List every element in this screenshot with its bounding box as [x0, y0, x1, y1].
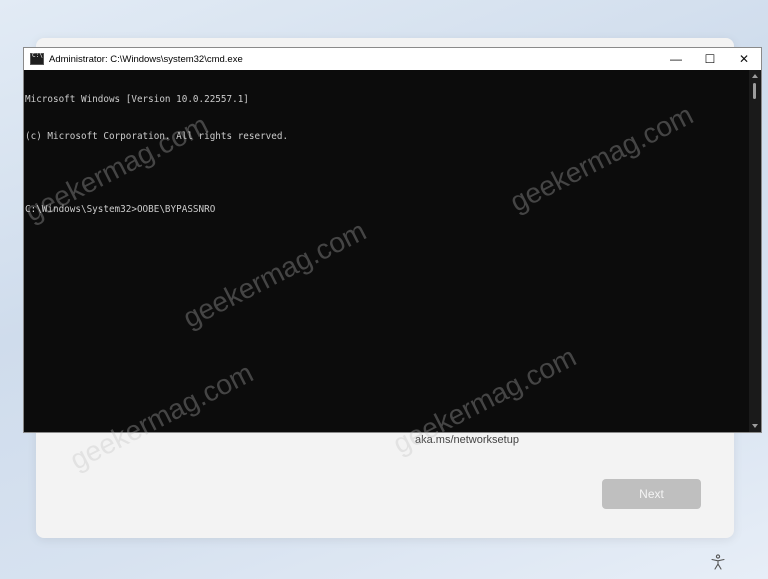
- next-button[interactable]: Next: [602, 479, 701, 509]
- close-button[interactable]: ✕: [727, 48, 761, 70]
- console-prompt-line: C:\Windows\System32>OOBE\BYPASSNRO: [25, 204, 216, 216]
- cmd-titlebar[interactable]: Administrator: C:\Windows\system32\cmd.e…: [24, 48, 761, 70]
- scroll-up-arrow-icon[interactable]: [752, 74, 758, 78]
- console-output[interactable]: Microsoft Windows [Version 10.0.22557.1]…: [24, 70, 750, 432]
- window-title: Administrator: C:\Windows\system32\cmd.e…: [49, 53, 243, 65]
- console-scrollbar[interactable]: [749, 70, 761, 432]
- window-controls: — ☐ ✕: [659, 48, 761, 70]
- console-line: (c) Microsoft Corporation. All rights re…: [25, 131, 289, 143]
- minimize-button[interactable]: —: [659, 48, 693, 70]
- cmd-window[interactable]: Administrator: C:\Windows\system32\cmd.e…: [23, 47, 762, 433]
- console-line: Microsoft Windows [Version 10.0.22557.1]: [25, 94, 249, 106]
- scroll-thumb[interactable]: [753, 83, 756, 99]
- network-setup-link[interactable]: aka.ms/networksetup: [415, 434, 519, 446]
- maximize-button[interactable]: ☐: [693, 48, 727, 70]
- desktop-background: aka.ms/networksetup Next Administrator: …: [0, 0, 768, 579]
- accessibility-icon[interactable]: [710, 554, 726, 570]
- cmd-app-icon: [30, 52, 44, 65]
- scroll-down-arrow-icon[interactable]: [752, 424, 758, 428]
